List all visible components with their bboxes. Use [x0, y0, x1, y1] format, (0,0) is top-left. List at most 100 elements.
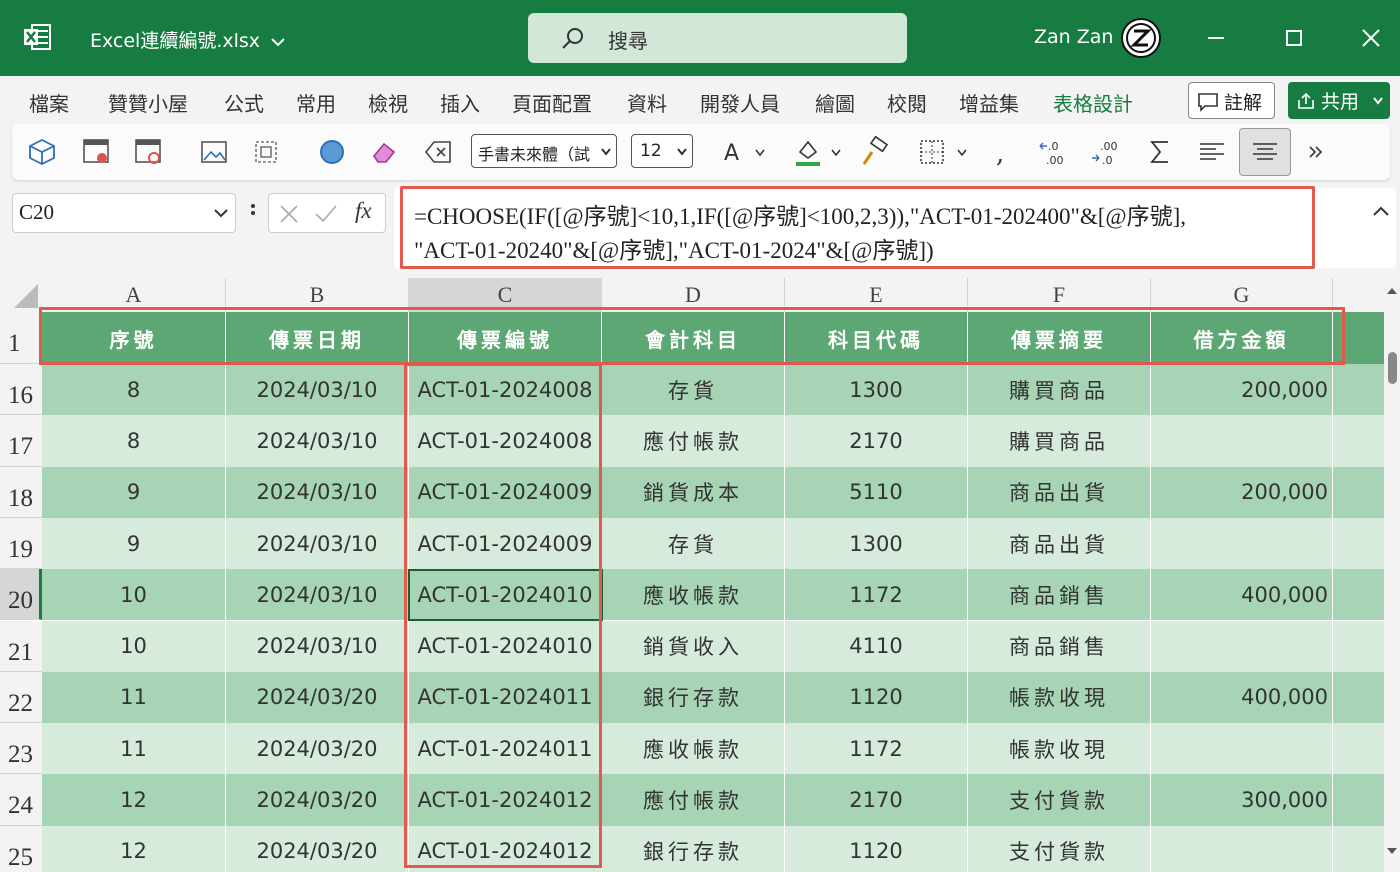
table-cell-col-b[interactable]: 2024/03/10 [226, 466, 409, 518]
chevron-down-icon[interactable] [752, 136, 768, 168]
tab-view[interactable]: 檢視 [368, 88, 408, 117]
autosum-icon[interactable] [1144, 136, 1176, 168]
table-cell-col-f[interactable]: 商品出貨 [968, 517, 1151, 570]
row-header[interactable]: 19 [0, 517, 42, 570]
table-cell-col-a[interactable]: 9 [42, 517, 226, 570]
format-painter-icon[interactable] [858, 136, 890, 168]
table-cell-col-a[interactable]: 10 [42, 569, 226, 621]
tab-page-layout[interactable]: 頁面配置 [512, 88, 592, 117]
table-cell-col-f[interactable]: 支付貨款 [968, 825, 1151, 872]
row-header[interactable]: 25 [0, 825, 42, 872]
table-cell-col-h[interactable] [1333, 825, 1384, 872]
table-cell-col-h[interactable] [1333, 620, 1384, 672]
table-cell-col-e[interactable]: 4110 [785, 620, 968, 672]
table-cell-col-h[interactable] [1333, 723, 1384, 775]
scroll-down-icon[interactable] [1384, 844, 1400, 858]
select-area-icon[interactable] [250, 136, 282, 168]
tab-home[interactable]: 常用 [296, 88, 336, 117]
table-cell-col-f[interactable]: 帳款收現 [968, 723, 1151, 775]
table-record-icon[interactable] [132, 136, 164, 168]
decrease-decimal-icon[interactable]: .00.0 [1090, 136, 1122, 168]
table-cell-col-f[interactable]: 購買商品 [968, 364, 1151, 416]
table-cell-col-d[interactable]: 應付帳款 [602, 774, 785, 826]
picture-icon[interactable] [198, 136, 230, 168]
row-header[interactable]: 24 [0, 774, 42, 826]
table-cell-col-g[interactable] [1151, 723, 1333, 775]
table-cell-col-a[interactable]: 11 [42, 723, 226, 775]
table-cell-col-h[interactable] [1333, 569, 1384, 621]
table-cell-col-e[interactable]: 1120 [785, 671, 968, 724]
fill-color-icon[interactable] [792, 136, 824, 168]
table-cell-col-d[interactable]: 應收帳款 [602, 723, 785, 775]
circle-shape-icon[interactable] [316, 136, 348, 168]
tab-developer[interactable]: 開發人員 [700, 88, 780, 117]
comments-button[interactable]: 註解 [1188, 82, 1275, 119]
user-name[interactable]: Zan Zan [1034, 26, 1113, 48]
table-cell-col-b[interactable]: 2024/03/10 [226, 620, 409, 672]
row-header[interactable]: 21 [0, 620, 42, 672]
table-cell-col-b[interactable]: 2024/03/20 [226, 723, 409, 775]
table-cell-col-b[interactable]: 2024/03/20 [226, 774, 409, 826]
table-cell-col-g[interactable]: 200,000 [1151, 364, 1333, 416]
maximize-icon[interactable] [1276, 20, 1312, 56]
table-cell-col-h[interactable] [1333, 466, 1384, 518]
table-cell-col-f[interactable]: 商品銷售 [968, 620, 1151, 672]
vertical-scrollbar[interactable] [1384, 278, 1400, 872]
tab-formulas[interactable]: 公式 [224, 88, 264, 117]
table-cell-col-g[interactable]: 300,000 [1151, 774, 1333, 826]
name-box[interactable]: C20 [12, 193, 236, 233]
table-cell-col-e[interactable]: 1120 [785, 825, 968, 872]
row-header[interactable]: 18 [0, 466, 42, 518]
table-cell-col-h[interactable] [1333, 364, 1384, 416]
worksheet-grid[interactable]: 1 A B C D E F G 序號 傳票日期 傳票編號 會計科目 科目代碼 傳票摘要 借方金額 16 8 20… [0, 278, 1384, 872]
table-cell-col-g[interactable]: 400,000 [1151, 569, 1333, 621]
table-cell-col-g[interactable] [1151, 620, 1333, 672]
table-cell-col-f[interactable]: 商品銷售 [968, 569, 1151, 621]
tab-addins[interactable]: 增益集 [959, 88, 1019, 117]
table-cell-col-b[interactable]: 2024/03/20 [226, 825, 409, 872]
tab-draw[interactable]: 繪圖 [815, 88, 855, 117]
table-cell-col-h[interactable] [1333, 517, 1384, 570]
table-cell-col-a[interactable]: 11 [42, 671, 226, 724]
table-cell-col-e[interactable]: 1172 [785, 723, 968, 775]
table-cell-col-h[interactable] [1333, 774, 1384, 826]
table-cell-col-a[interactable]: 8 [42, 364, 226, 416]
table-cell-col-g[interactable] [1151, 825, 1333, 872]
font-size-icon[interactable]: A [718, 136, 750, 168]
table-cell-col-a[interactable]: 9 [42, 466, 226, 518]
row-header[interactable]: 22 [0, 671, 42, 724]
font-name-select[interactable]: 手書未來體（試 [471, 134, 617, 168]
table-properties-icon[interactable] [80, 136, 112, 168]
row-header[interactable]: 1 [0, 312, 42, 364]
table-cell-col-e[interactable]: 1300 [785, 517, 968, 570]
table-cell-col-e[interactable]: 1300 [785, 364, 968, 416]
align-center-button[interactable] [1239, 128, 1291, 176]
document-title[interactable]: Excel連續編號.xlsx [90, 26, 286, 53]
row-header[interactable]: 20 [0, 569, 42, 621]
tab-table-design[interactable]: 表格設計 [1053, 88, 1133, 117]
chevron-down-icon[interactable] [828, 136, 844, 168]
table-cell-col-d[interactable]: 應付帳款 [602, 415, 785, 467]
table-cell-col-h[interactable] [1333, 415, 1384, 467]
table-cell-col-a[interactable]: 8 [42, 415, 226, 467]
table-cell-col-a[interactable]: 12 [42, 774, 226, 826]
table-cell-col-d[interactable]: 應收帳款 [602, 569, 785, 621]
table-cell-col-e[interactable]: 2170 [785, 774, 968, 826]
cancel-icon[interactable] [277, 202, 301, 226]
cube-icon[interactable] [26, 136, 58, 168]
share-button[interactable]: 共用 [1288, 82, 1390, 119]
tab-review[interactable]: 校閱 [887, 88, 927, 117]
align-left-icon[interactable] [1196, 136, 1228, 168]
font-size-select[interactable]: 12 [631, 134, 693, 168]
close-icon[interactable] [1353, 20, 1389, 56]
more-options-icon[interactable] [1300, 136, 1332, 168]
collapse-formula-icon[interactable] [1371, 204, 1391, 218]
tab-file[interactable]: 檔案 [29, 88, 69, 117]
minimize-icon[interactable] [1198, 20, 1234, 56]
table-cell-col-d[interactable]: 銀行存款 [602, 825, 785, 872]
scroll-up-icon[interactable] [1384, 284, 1400, 298]
table-cell-col-f[interactable]: 購買商品 [968, 415, 1151, 467]
enter-check-icon[interactable] [313, 202, 339, 226]
table-cell-col-e[interactable]: 5110 [785, 466, 968, 518]
table-cell-col-d[interactable]: 存貨 [602, 364, 785, 416]
